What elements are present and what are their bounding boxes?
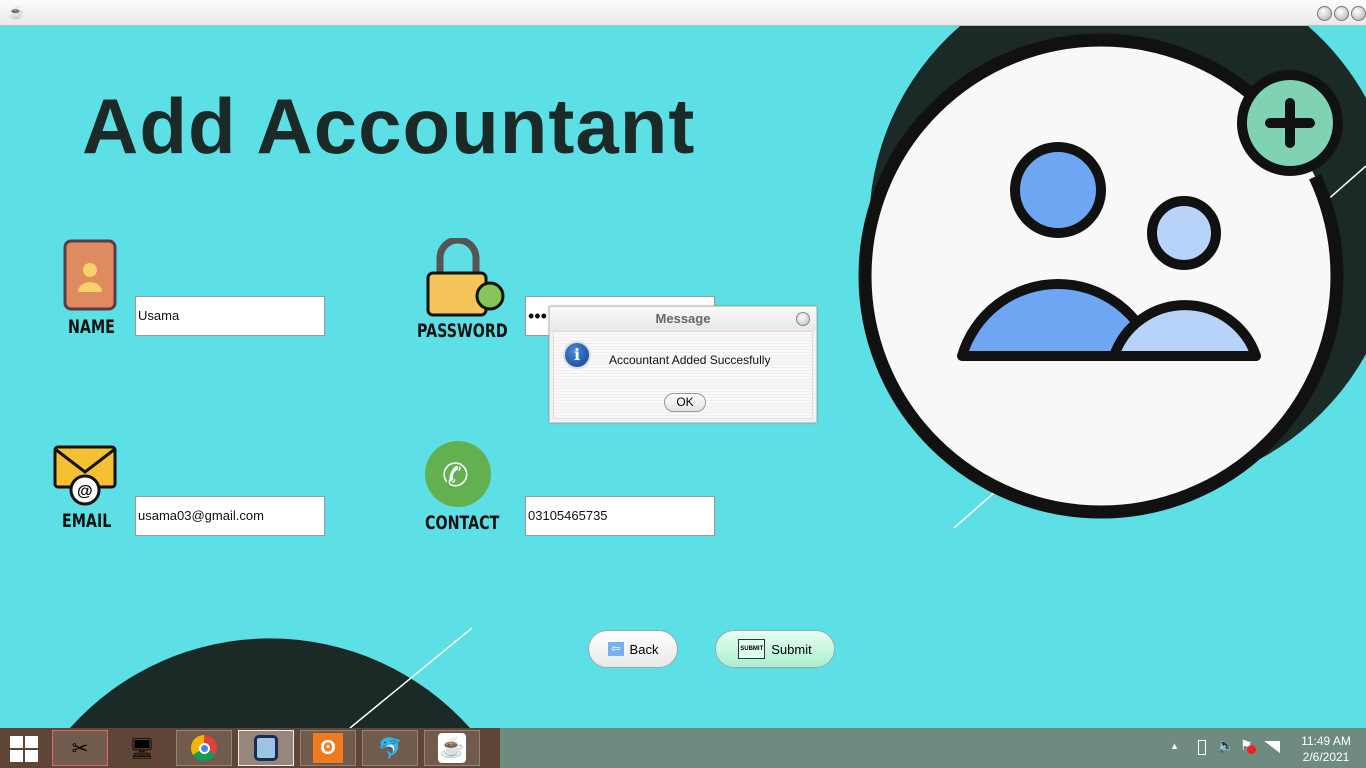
dialog-title: Message bbox=[550, 307, 816, 331]
taskbar-java[interactable]: ☕ bbox=[424, 730, 480, 766]
main-panel: Add Accountant NAME Usama PASSWORD ••• @… bbox=[4, 26, 1366, 728]
padlock-icon bbox=[426, 238, 505, 317]
clock-date: 2/6/2021 bbox=[1302, 750, 1350, 764]
close-button[interactable] bbox=[1351, 6, 1366, 21]
email-icon: @ bbox=[53, 445, 117, 506]
show-hidden-icons[interactable]: ▲ bbox=[1170, 741, 1179, 751]
java-app-icon: ☕ bbox=[8, 5, 25, 20]
clock-time: 11:49 AM bbox=[1301, 734, 1351, 748]
network-signal-icon[interactable] bbox=[1264, 741, 1280, 753]
email-input[interactable]: usama03@gmail.com bbox=[135, 496, 325, 536]
add-user-illustration bbox=[858, 33, 1344, 519]
clock[interactable]: 11:49 AM 2/6/2021 bbox=[1290, 733, 1362, 765]
password-label: PASSWORD bbox=[417, 320, 508, 342]
volume-icon[interactable]: 🔈 bbox=[1217, 737, 1234, 754]
submit-label: Submit bbox=[771, 641, 812, 657]
svg-text:✆: ✆ bbox=[442, 457, 469, 493]
email-label: EMAIL bbox=[62, 510, 112, 532]
taskbar-snipping-tool[interactable]: ✂ bbox=[52, 730, 108, 766]
taskbar-xampp[interactable]: ʘ bbox=[300, 730, 356, 766]
id-badge-icon bbox=[63, 239, 117, 311]
minimize-button[interactable] bbox=[1317, 6, 1332, 21]
taskbar-virtualbox[interactable] bbox=[238, 730, 294, 766]
start-button[interactable] bbox=[10, 736, 38, 762]
taskbar-chrome[interactable] bbox=[176, 730, 232, 766]
phone-icon: ✆ bbox=[425, 441, 491, 507]
name-input[interactable]: Usama bbox=[135, 296, 325, 336]
taskbar-computer[interactable]: 🖥 bbox=[114, 730, 170, 766]
battery-icon[interactable] bbox=[1198, 740, 1206, 755]
back-arrow-icon: ⇦ bbox=[607, 642, 624, 656]
submit-icon: SUBMIT bbox=[738, 639, 766, 659]
maximize-button[interactable] bbox=[1334, 6, 1349, 21]
info-icon: i bbox=[563, 341, 591, 369]
message-dialog: Message i Accountant Added Succesfully O… bbox=[549, 306, 817, 423]
ok-button[interactable]: OK bbox=[664, 393, 706, 412]
action-center-flag-icon[interactable]: ⚑ bbox=[1240, 737, 1256, 754]
name-label: NAME bbox=[68, 316, 115, 338]
taskbar: ✂ 🖥 ʘ 🐬 ☕ ▲ 🔈 ⚑ 11:49 AM 2/6/2021 bbox=[0, 728, 1366, 768]
page-title: Add Accountant bbox=[82, 82, 696, 170]
contact-label: CONTACT bbox=[425, 512, 500, 534]
back-label: Back bbox=[629, 641, 659, 657]
submit-button[interactable]: SUBMIT Submit bbox=[715, 630, 835, 668]
dialog-message: Accountant Added Succesfully bbox=[609, 353, 771, 367]
taskbar-mysql-workbench[interactable]: 🐬 bbox=[362, 730, 418, 766]
dialog-close-button[interactable] bbox=[796, 312, 810, 326]
back-button[interactable]: ⇦ Back bbox=[588, 630, 678, 668]
window-titlebar: ☕ bbox=[0, 0, 1366, 26]
svg-text:@: @ bbox=[77, 483, 93, 500]
contact-input[interactable]: 03105465735 bbox=[525, 496, 715, 536]
bottom-left-dark-shape bbox=[70, 638, 470, 728]
